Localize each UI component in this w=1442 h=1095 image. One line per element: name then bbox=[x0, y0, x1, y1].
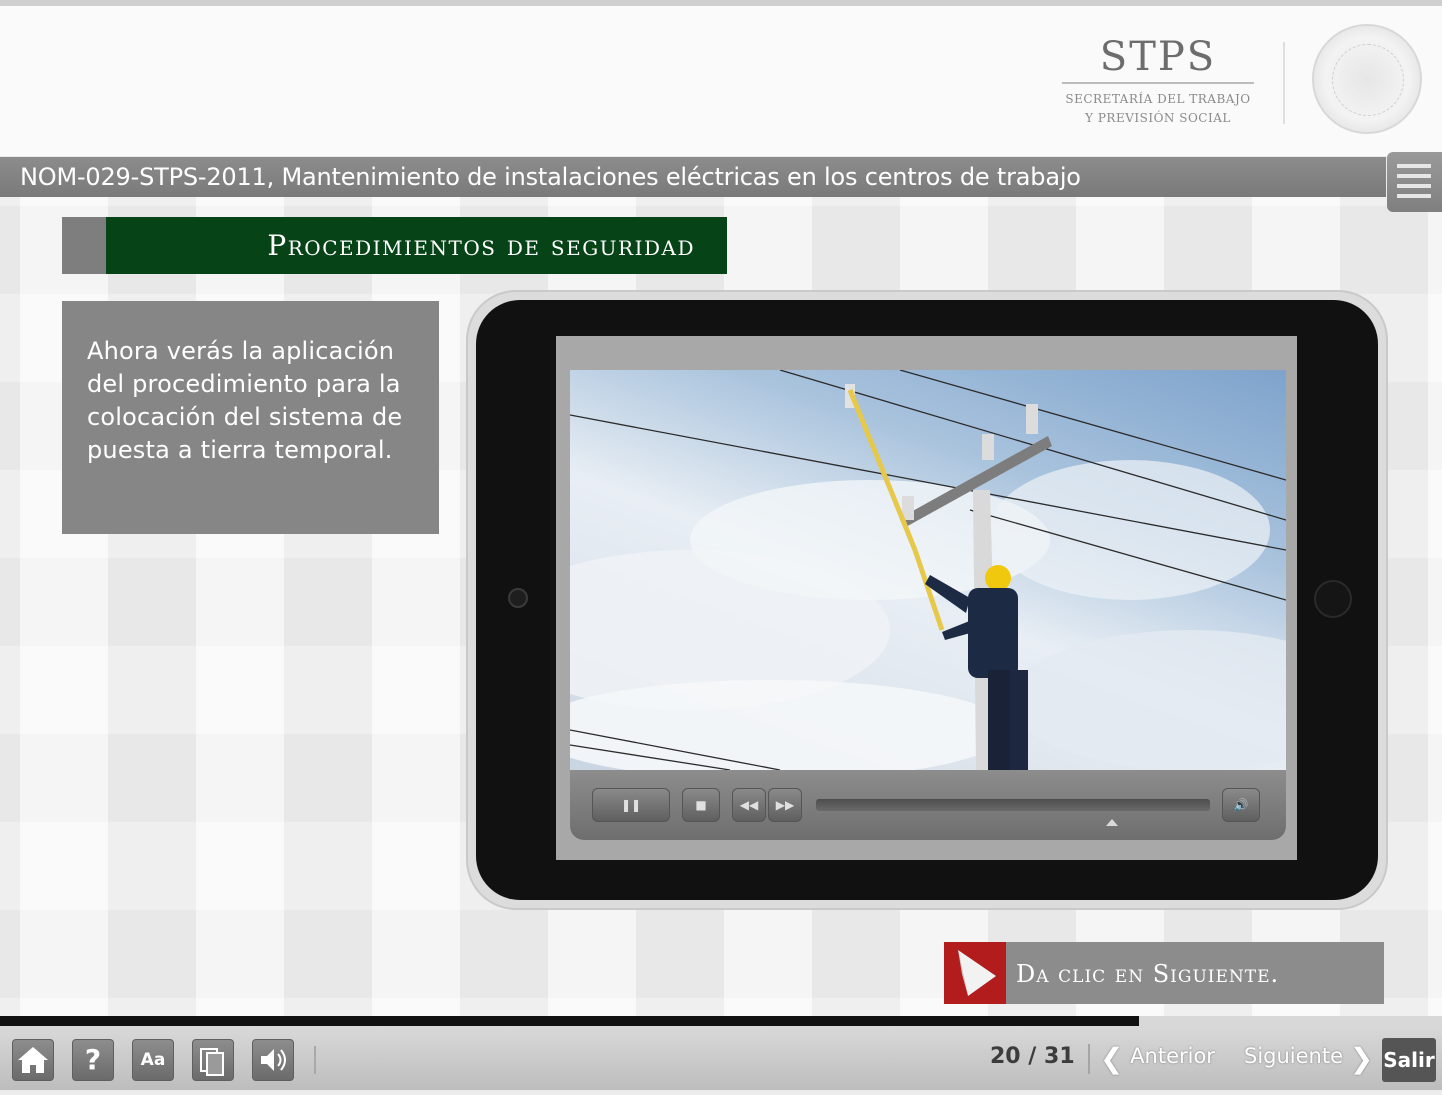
audio-icon bbox=[261, 1049, 286, 1071]
toolbar-divider bbox=[314, 1046, 316, 1074]
instruction-text: Ahora verás la aplicación del procedimie… bbox=[87, 337, 403, 464]
stps-logo: STPS SECRETARÍA DEL TRABAJO Y PREVISIÓN … bbox=[1058, 34, 1258, 134]
video-scene bbox=[570, 370, 1286, 770]
national-seal-icon bbox=[1312, 24, 1422, 134]
menu-icon bbox=[1397, 164, 1431, 168]
pause-icon: ❚❚ bbox=[620, 798, 642, 812]
header: STPS SECRETARÍA DEL TRABAJO Y PREVISIÓN … bbox=[0, 6, 1442, 156]
rewind-icon: ◀◀ bbox=[739, 798, 759, 812]
stps-logo-rule bbox=[1062, 82, 1254, 84]
video-seek-bar[interactable] bbox=[816, 799, 1210, 811]
tablet-camera-icon bbox=[508, 588, 528, 608]
help-button[interactable]: ? bbox=[72, 1039, 114, 1081]
page-separator: / bbox=[1028, 1044, 1037, 1069]
course-title: NOM-029-STPS-2011, Mantenimiento de inst… bbox=[20, 163, 1081, 191]
stop-icon: ■ bbox=[695, 798, 707, 812]
next-label: Siguiente bbox=[1244, 1044, 1344, 1068]
menu-icon-bar bbox=[1397, 194, 1431, 198]
chevron-right-icon: ❯ bbox=[1349, 1042, 1374, 1075]
header-divider bbox=[1283, 42, 1285, 124]
tablet-home-button-icon bbox=[1314, 580, 1352, 618]
stps-logo-subtitle: SECRETARÍA DEL TRABAJO Y PREVISIÓN SOCIA… bbox=[1065, 92, 1251, 125]
chevron-left-icon: ❮ bbox=[1100, 1042, 1124, 1075]
home-icon bbox=[18, 1047, 48, 1073]
rewind-button[interactable]: ◀◀ bbox=[732, 788, 766, 822]
video-frame[interactable] bbox=[570, 370, 1286, 770]
font-size-button[interactable]: Aa bbox=[132, 1039, 174, 1081]
cta-arrow-icon bbox=[944, 942, 1006, 1004]
previous-label: Anterior bbox=[1130, 1044, 1215, 1068]
video-seek-marker[interactable] bbox=[1105, 819, 1118, 826]
page-counter: 20 / 31 bbox=[990, 1044, 1075, 1069]
volume-icon: 🔊 bbox=[1233, 798, 1249, 812]
glossary-icon bbox=[200, 1048, 224, 1076]
page-divider bbox=[1088, 1044, 1090, 1074]
course-title-bar: NOM-029-STPS-2011, Mantenimiento de inst… bbox=[0, 157, 1386, 197]
next-button[interactable]: Siguiente ❯ bbox=[1244, 1044, 1373, 1076]
audio-button[interactable] bbox=[252, 1039, 294, 1081]
pause-button[interactable]: ❚❚ bbox=[592, 788, 670, 822]
volume-button[interactable]: 🔊 bbox=[1222, 788, 1260, 822]
glossary-button[interactable] bbox=[192, 1039, 234, 1081]
exit-button[interactable]: Salir bbox=[1382, 1038, 1436, 1082]
menu-icon-bar bbox=[1397, 174, 1431, 178]
page-total: 31 bbox=[1044, 1044, 1075, 1069]
lesson-progress-fill bbox=[0, 1016, 1140, 1026]
stps-logo-title: STPS bbox=[1099, 34, 1217, 80]
previous-button[interactable]: ❮ Anterior bbox=[1100, 1044, 1215, 1076]
help-icon: ? bbox=[84, 1043, 102, 1076]
menu-button[interactable] bbox=[1387, 152, 1442, 212]
instruction-panel: Ahora verás la aplicación del procedimie… bbox=[62, 301, 439, 534]
fast-forward-icon: ▶▶ bbox=[775, 798, 795, 812]
section-title: Procedimientos de seguridad bbox=[106, 217, 727, 274]
call-to-action-text: Da clic en Siguiente. bbox=[1016, 960, 1280, 988]
font-size-icon: Aa bbox=[140, 1050, 166, 1070]
fast-forward-button[interactable]: ▶▶ bbox=[768, 788, 802, 822]
home-button[interactable] bbox=[12, 1039, 54, 1081]
menu-icon-bar bbox=[1397, 184, 1431, 188]
stop-button[interactable]: ■ bbox=[682, 788, 720, 822]
page-current: 20 bbox=[990, 1044, 1021, 1069]
